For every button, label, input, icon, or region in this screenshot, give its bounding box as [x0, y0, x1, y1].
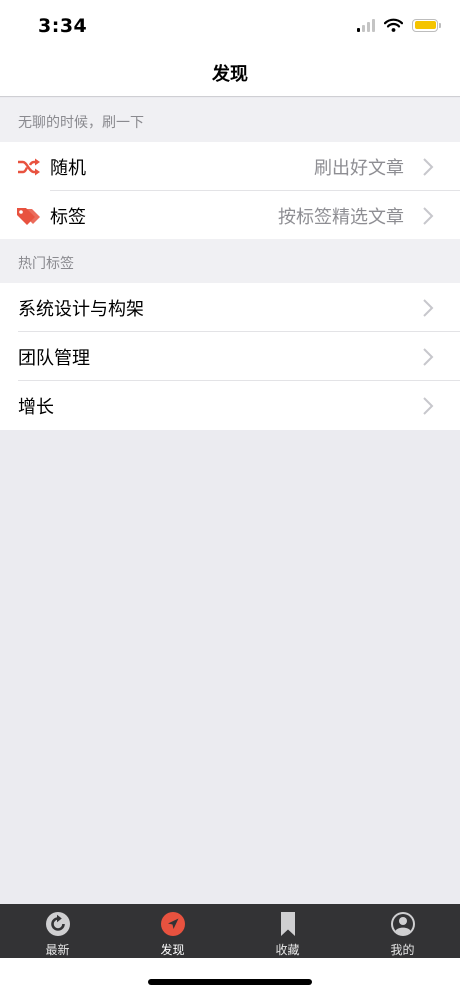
bookmark-icon	[275, 911, 301, 937]
chevron-right-icon	[418, 206, 438, 226]
status-icons	[357, 18, 441, 32]
row-random[interactable]: 随机 刷出好文章	[0, 142, 460, 191]
navigation-bar: 发现	[0, 54, 460, 97]
hot-tag-row[interactable]: 增长	[0, 381, 460, 430]
row-detail: 刷出好文章	[314, 157, 404, 179]
row-label: 随机	[50, 157, 86, 179]
refresh-icon	[45, 911, 71, 937]
tab-label: 收藏	[275, 943, 300, 957]
compass-icon	[160, 911, 186, 937]
tab-discover[interactable]: 发现	[115, 904, 230, 958]
tab-label: 我的	[390, 943, 415, 957]
home-indicator[interactable]	[148, 979, 312, 985]
battery-icon	[412, 18, 441, 32]
tab-latest[interactable]: 最新	[0, 904, 115, 958]
status-bar: 3:34	[0, 0, 460, 54]
tab-bar: 最新 发现 收藏 我的	[0, 904, 460, 958]
tab-me[interactable]: 我的	[345, 904, 460, 958]
tag-icon	[16, 205, 42, 227]
status-time: 3:34	[38, 15, 88, 37]
home-indicator-area	[0, 958, 460, 996]
chevron-right-icon	[418, 347, 438, 367]
chevron-right-icon	[418, 157, 438, 177]
cellular-signal-icon	[357, 18, 375, 32]
hot-tag-row[interactable]: 团队管理	[0, 332, 460, 381]
hot-tag-row[interactable]: 系统设计与构架	[0, 283, 460, 332]
chevron-right-icon	[418, 298, 438, 318]
user-icon	[390, 911, 416, 937]
tab-label: 最新	[45, 943, 70, 957]
row-label: 标签	[50, 206, 86, 228]
row-label: 系统设计与构架	[18, 298, 144, 320]
tab-favorites[interactable]: 收藏	[230, 904, 345, 958]
row-label: 团队管理	[18, 347, 90, 369]
row-detail: 按标签精选文章	[278, 206, 404, 228]
row-tags[interactable]: 标签 按标签精选文章	[0, 191, 460, 240]
section-header-refresh: 无聊的时候，刷一下	[0, 98, 460, 142]
shuffle-icon	[16, 156, 42, 178]
wifi-icon	[384, 18, 403, 32]
chevron-right-icon	[418, 396, 438, 416]
section-header-hot-tags: 热门标签	[0, 239, 460, 283]
page-title: 发现	[212, 64, 248, 85]
tab-label: 发现	[160, 943, 185, 957]
row-label: 增长	[18, 396, 54, 418]
